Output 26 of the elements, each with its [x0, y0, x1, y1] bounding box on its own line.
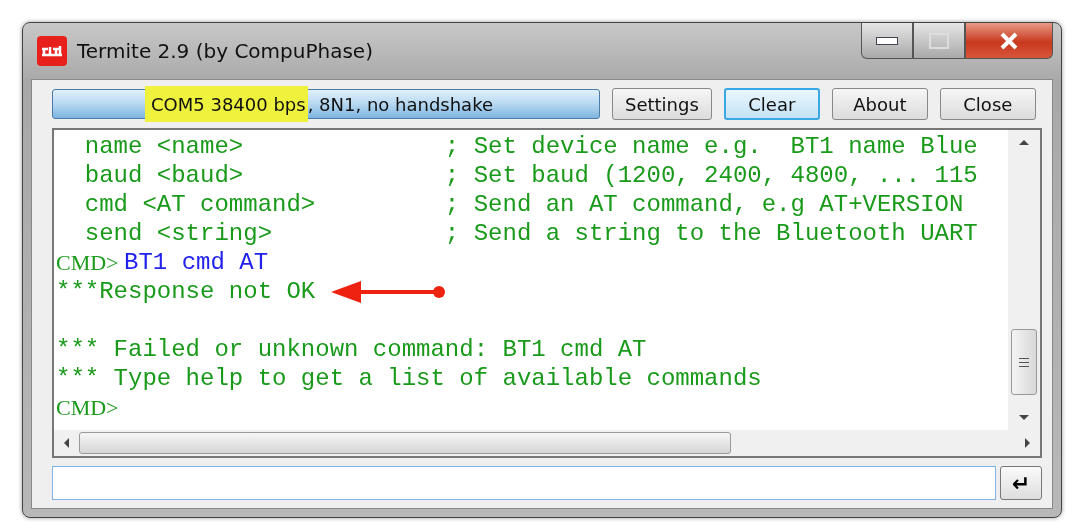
vertical-scrollbar[interactable]	[1008, 130, 1040, 430]
terminal-line: *** Failed or unknown command: BT1 cmd AT	[56, 335, 647, 364]
terminal-line: *** Type help to get a list of available commands	[56, 364, 762, 393]
window-title: Termite 2.9 (by CompuPhase)	[77, 39, 373, 63]
terminal-line: ***Response not OK	[56, 277, 316, 306]
connection-settings-text: COM5 38400 bps	[145, 86, 308, 122]
close-icon	[998, 31, 1020, 50]
maximize-button[interactable]	[913, 23, 965, 59]
app-logo-icon	[37, 36, 67, 66]
horizontal-scrollbar[interactable]	[54, 430, 1040, 456]
command-input-text: BT1 cmd AT	[124, 248, 269, 277]
terminal-line: send <string> ; Send a string to the Bluetooth UART	[83, 219, 978, 248]
toolbar-button[interactable]: Settings	[612, 88, 712, 120]
terminal-line: cmd <AT command> ; Send an AT command, e.g AT+VERSION	[83, 190, 964, 219]
toolbar-button[interactable]: Close	[939, 88, 1036, 120]
toolbar-button[interactable]: About	[831, 88, 928, 120]
terminal-line: baud <baud> ; Set baud (1200, 2400, 4800, ... 115	[83, 161, 978, 190]
toolbar-button[interactable]: Clear	[723, 88, 820, 120]
send-button[interactable]: ↵	[1000, 466, 1042, 500]
minimize-button[interactable]	[861, 23, 913, 59]
terminal-line: name <name> ; Set device name e.g. BT1 name Blue	[83, 132, 978, 161]
close-button[interactable]	[965, 23, 1053, 59]
send-input-field[interactable]	[52, 466, 996, 500]
prompt-text: CMD>	[56, 394, 119, 422]
connection-format-text: , 8N1, no handshake	[307, 92, 493, 117]
prompt-text: CMD>	[56, 249, 120, 277]
